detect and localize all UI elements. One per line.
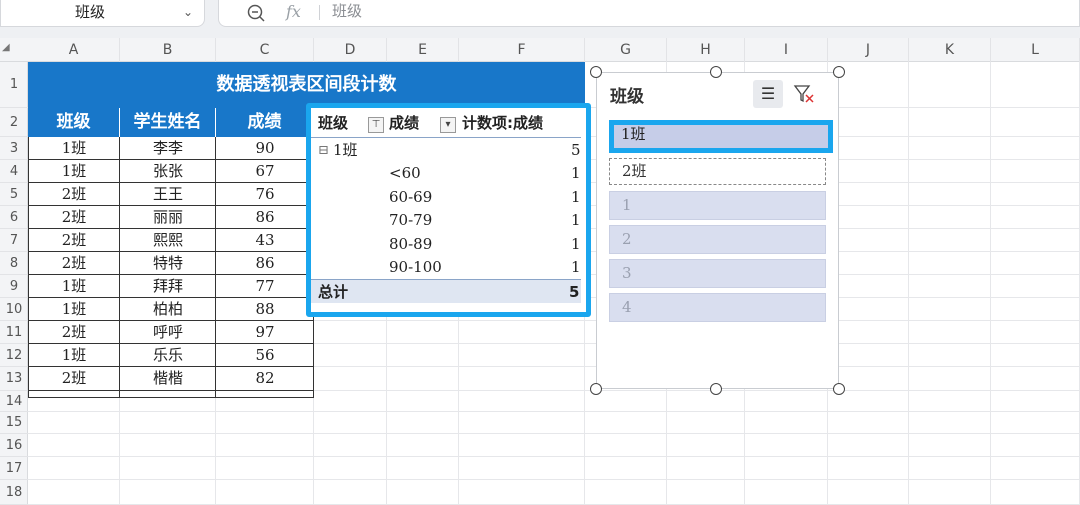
header-student-name[interactable]: 学生姓名 bbox=[120, 108, 216, 137]
pivot-header-class[interactable]: 班级 bbox=[318, 112, 348, 135]
row-header[interactable]: 9 bbox=[0, 275, 28, 298]
column-header[interactable]: E bbox=[387, 38, 459, 62]
pivot-bin-count[interactable]: 1 bbox=[571, 162, 581, 185]
table-row-divider bbox=[28, 366, 314, 367]
slicer-item[interactable]: 1 bbox=[609, 191, 826, 220]
column-header[interactable]: I bbox=[745, 38, 828, 62]
table-col-divider bbox=[119, 137, 120, 398]
pivot-bin-label[interactable]: 90-100 bbox=[389, 256, 442, 279]
row-header[interactable]: 13 bbox=[0, 367, 28, 391]
collapse-icon[interactable]: ⊟ bbox=[318, 139, 329, 162]
pivot-bin-label[interactable]: 70-79 bbox=[389, 209, 432, 232]
column-header[interactable]: L bbox=[991, 38, 1080, 62]
resize-handle[interactable] bbox=[710, 383, 722, 395]
column-header[interactable]: D bbox=[314, 38, 387, 62]
pivot-bin-count[interactable]: 1 bbox=[571, 186, 581, 209]
slicer-item[interactable]: 2 bbox=[609, 225, 826, 254]
gridline bbox=[908, 62, 909, 505]
column-header[interactable]: A bbox=[28, 38, 120, 62]
header-score[interactable]: 成绩 bbox=[216, 108, 314, 137]
row-header[interactable]: 5 bbox=[0, 183, 28, 206]
pivot-header-score[interactable]: 成绩 bbox=[389, 112, 419, 135]
table-row-divider bbox=[28, 159, 314, 160]
row-header[interactable]: 18 bbox=[0, 480, 28, 505]
table-col-divider bbox=[215, 137, 216, 398]
row-header[interactable]: 6 bbox=[0, 206, 28, 229]
pivot-bin-label[interactable]: 80-89 bbox=[389, 233, 432, 256]
chevron-down-icon[interactable]: ⌄ bbox=[183, 0, 193, 24]
row-header[interactable]: 1 bbox=[0, 62, 28, 108]
slicer-item[interactable]: 3 bbox=[609, 259, 826, 288]
dropdown-arrow-icon[interactable]: ▾ bbox=[440, 117, 456, 133]
resize-handle[interactable] bbox=[590, 66, 602, 78]
pivot-total-row[interactable] bbox=[311, 279, 581, 303]
header-class[interactable]: 班级 bbox=[28, 108, 120, 137]
column-header[interactable]: G bbox=[585, 38, 667, 62]
pivot-header-divider bbox=[311, 137, 581, 138]
row-header[interactable]: 12 bbox=[0, 344, 28, 367]
table-row-divider bbox=[28, 274, 314, 275]
gridline bbox=[990, 62, 991, 505]
gridline bbox=[28, 456, 1080, 457]
row-header[interactable]: 2 bbox=[0, 108, 28, 137]
slicer-title: 班级 bbox=[610, 87, 644, 107]
gridline bbox=[28, 411, 1080, 412]
row-header[interactable]: 16 bbox=[0, 434, 28, 457]
resize-handle[interactable] bbox=[833, 383, 845, 395]
row-header[interactable]: 7 bbox=[0, 229, 28, 252]
table-row-divider bbox=[28, 205, 314, 206]
gridline bbox=[28, 433, 1080, 434]
name-box-value: 班级 bbox=[75, 3, 106, 21]
pivot-bin-label[interactable]: 60-69 bbox=[389, 186, 432, 209]
pivot-total-count[interactable]: 5 bbox=[569, 281, 579, 304]
column-header[interactable]: F bbox=[459, 38, 585, 62]
row-header[interactable]: 15 bbox=[0, 412, 28, 434]
row-header[interactable]: 17 bbox=[0, 457, 28, 480]
formula-separator bbox=[319, 5, 320, 20]
name-box[interactable]: 班级 ⌄ bbox=[0, 0, 205, 27]
column-header[interactable]: H bbox=[667, 38, 745, 62]
table-row-divider bbox=[28, 182, 314, 183]
column-header[interactable]: K bbox=[909, 38, 991, 62]
select-all-icon[interactable]: ◢ bbox=[2, 42, 10, 53]
pivot-group-label[interactable]: 1班 bbox=[333, 139, 358, 162]
pivot-bin-count[interactable]: 1 bbox=[571, 256, 581, 279]
slicer-item[interactable]: 4 bbox=[609, 293, 826, 322]
table-row-divider bbox=[28, 320, 314, 321]
row-header[interactable]: 8 bbox=[0, 252, 28, 275]
row-header[interactable]: 11 bbox=[0, 321, 28, 344]
slicer-item[interactable]: 1班 bbox=[609, 120, 833, 153]
resize-handle[interactable] bbox=[710, 66, 722, 78]
pivot-bin-count[interactable]: 1 bbox=[571, 209, 581, 232]
filter-active-icon[interactable]: ⊤ bbox=[368, 117, 384, 133]
table-row-divider bbox=[28, 343, 314, 344]
resize-handle[interactable] bbox=[833, 66, 845, 78]
data-table-border bbox=[28, 137, 314, 398]
table-row-divider bbox=[28, 228, 314, 229]
multi-select-icon[interactable]: ☰ bbox=[753, 80, 783, 108]
column-header[interactable]: J bbox=[828, 38, 909, 62]
slicer-item[interactable]: 2班 bbox=[609, 158, 826, 185]
formula-text[interactable]: 班级 bbox=[332, 0, 362, 22]
table-row-divider bbox=[28, 297, 314, 298]
zoom-icon[interactable] bbox=[246, 0, 266, 24]
table-title[interactable]: 数据透视表区间段计数 bbox=[28, 62, 585, 108]
pivot-bin-label[interactable]: <60 bbox=[389, 162, 421, 185]
resize-handle[interactable] bbox=[590, 383, 602, 395]
column-header[interactable]: C bbox=[216, 38, 314, 62]
fx-icon[interactable]: fx bbox=[286, 0, 301, 24]
column-header[interactable]: B bbox=[120, 38, 216, 62]
row-header[interactable]: 3 bbox=[0, 137, 28, 160]
pivot-bin-count[interactable]: 1 bbox=[571, 233, 581, 256]
pivot-group-count[interactable]: 5 bbox=[571, 139, 581, 162]
pivot-total-label[interactable]: 总计 bbox=[318, 281, 348, 304]
gridline bbox=[28, 479, 1080, 480]
row-header[interactable]: 4 bbox=[0, 160, 28, 183]
row-header[interactable]: 10 bbox=[0, 298, 28, 321]
table-row-divider bbox=[28, 251, 314, 252]
table-row-divider bbox=[28, 390, 314, 391]
row-header[interactable]: 14 bbox=[0, 391, 28, 412]
pivot-header-count[interactable]: 计数项:成绩 bbox=[462, 112, 543, 135]
clear-filter-icon[interactable] bbox=[790, 80, 818, 108]
